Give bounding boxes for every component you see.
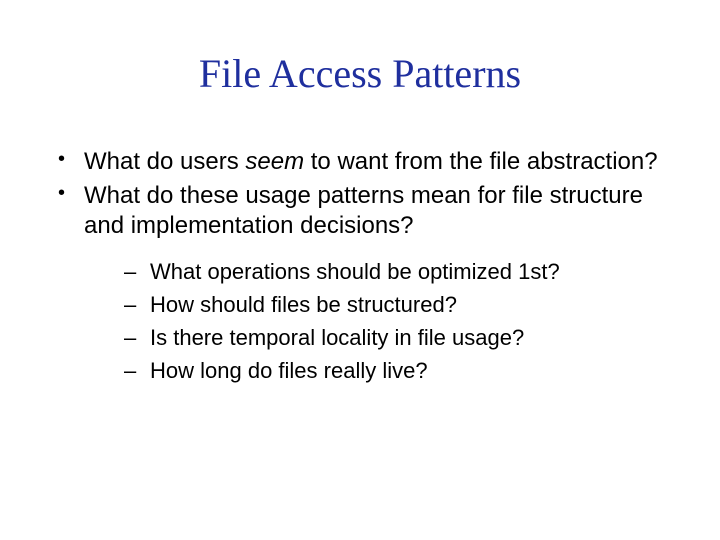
bullet-item: What do these usage patterns mean for fi… [58,181,680,387]
sub-bullet-item: How long do files really live? [124,354,680,387]
bullet-text: What do these usage patterns mean for fi… [84,182,643,239]
sub-bullet-item: What operations should be optimized 1st? [124,255,680,288]
sub-bullet-list: What operations should be optimized 1st?… [84,255,680,387]
bullet-text-post: to want from the file abstraction? [304,148,658,175]
bullet-list: What do users seem to want from the file… [40,147,680,387]
slide: File Access Patterns What do users seem … [0,0,720,540]
sub-bullet-item: Is there temporal locality in file usage… [124,321,680,354]
bullet-text-pre: What do users [84,148,245,175]
slide-title: File Access Patterns [40,50,680,97]
sub-bullet-item: How should files be structured? [124,288,680,321]
bullet-text-em: seem [245,148,304,175]
bullet-item: What do users seem to want from the file… [58,147,680,177]
